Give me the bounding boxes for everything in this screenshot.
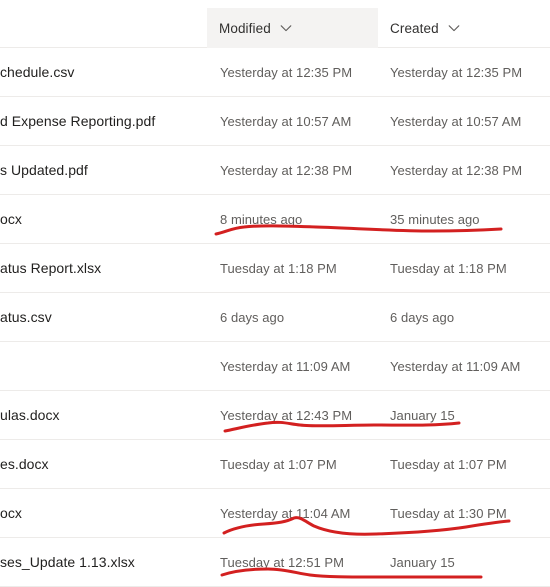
table-row[interactable]: s Updated.pdf Yesterday at 12:38 PM Yester… [0, 146, 550, 195]
file-name-cell[interactable]: es.docx [0, 440, 207, 488]
modified-cell: Tuesday at 12:51 PM [220, 554, 345, 570]
created-cell: 6 days ago [390, 309, 455, 325]
file-name-cell[interactable]: ocx [0, 489, 207, 537]
created-cell: January 15 [390, 554, 455, 570]
modified-cell: Yesterday at 12:43 PM [220, 407, 353, 423]
table-row[interactable]: d Expense Reporting.pdf Yesterday at 10:5… [0, 97, 550, 146]
column-header-created-label: Created [390, 20, 439, 36]
chevron-down-icon[interactable] [280, 22, 292, 34]
created-cell: 35 minutes ago [390, 211, 480, 227]
created-cell: Tuesday at 1:07 PM [390, 456, 507, 472]
modified-cell: Yesterday at 12:35 PM [220, 64, 353, 80]
table-row[interactable]: ocx 8 minutes ago 35 minutes ago [0, 195, 550, 244]
modified-cell: Tuesday at 1:07 PM [220, 456, 337, 472]
modified-cell: Yesterday at 10:57 AM [220, 113, 352, 129]
created-cell: Tuesday at 1:30 PM [390, 505, 507, 521]
created-cell: Tuesday at 1:18 PM [390, 260, 507, 276]
table-row[interactable]: Yesterday at 11:09 AM Yesterday at 11:09 … [0, 342, 550, 391]
file-name-cell[interactable]: atus Report.xlsx [0, 244, 207, 292]
modified-cell: Tuesday at 1:18 PM [220, 260, 337, 276]
created-cell: Yesterday at 12:35 PM [390, 64, 523, 80]
modified-cell: 6 days ago [220, 309, 285, 325]
file-list-grid: Modified Created chedule.csv Yesterday at… [0, 0, 550, 587]
table-row[interactable]: ses_Update 1.13.xlsx Tuesday at 12:51 PM J… [0, 538, 550, 587]
column-header-row: Modified Created [0, 0, 550, 48]
file-name-cell[interactable]: chedule.csv [0, 48, 207, 96]
created-cell: Yesterday at 12:38 PM [390, 162, 523, 178]
file-name-cell[interactable] [0, 342, 207, 390]
file-name-cell[interactable]: atus.csv [0, 293, 207, 341]
created-cell: Yesterday at 10:57 AM [390, 113, 522, 129]
table-row[interactable]: es.docx Tuesday at 1:07 PM Tuesday at 1:07… [0, 440, 550, 489]
column-header-modified[interactable]: Modified [207, 8, 378, 48]
table-row[interactable]: atus.csv 6 days ago 6 days ago [0, 293, 550, 342]
file-name-cell[interactable]: ses_Update 1.13.xlsx [0, 538, 207, 586]
modified-cell: 8 minutes ago [220, 211, 303, 227]
created-cell: January 15 [390, 407, 455, 423]
table-row[interactable]: chedule.csv Yesterday at 12:35 PM Yesterda… [0, 48, 550, 97]
column-header-modified-label: Modified [219, 20, 271, 36]
modified-cell: Yesterday at 11:09 AM [220, 358, 351, 374]
chevron-down-icon[interactable] [448, 22, 460, 34]
table-row[interactable]: atus Report.xlsx Tuesday at 1:18 PM Tuesda… [0, 244, 550, 293]
table-row[interactable]: ulas.docx Yesterday at 12:43 PM January 15 [0, 391, 550, 440]
modified-cell: Yesterday at 11:04 AM [220, 505, 351, 521]
file-name-cell[interactable]: ulas.docx [0, 391, 207, 439]
file-name-cell[interactable]: d Expense Reporting.pdf [0, 97, 207, 145]
file-name-cell[interactable]: ocx [0, 195, 207, 243]
table-row[interactable]: ocx Yesterday at 11:04 AM Tuesday at 1:30 … [0, 489, 550, 538]
file-name-cell[interactable]: s Updated.pdf [0, 146, 207, 194]
created-cell: Yesterday at 11:09 AM [390, 358, 521, 374]
column-header-created[interactable]: Created [378, 8, 550, 48]
modified-cell: Yesterday at 12:38 PM [220, 162, 353, 178]
